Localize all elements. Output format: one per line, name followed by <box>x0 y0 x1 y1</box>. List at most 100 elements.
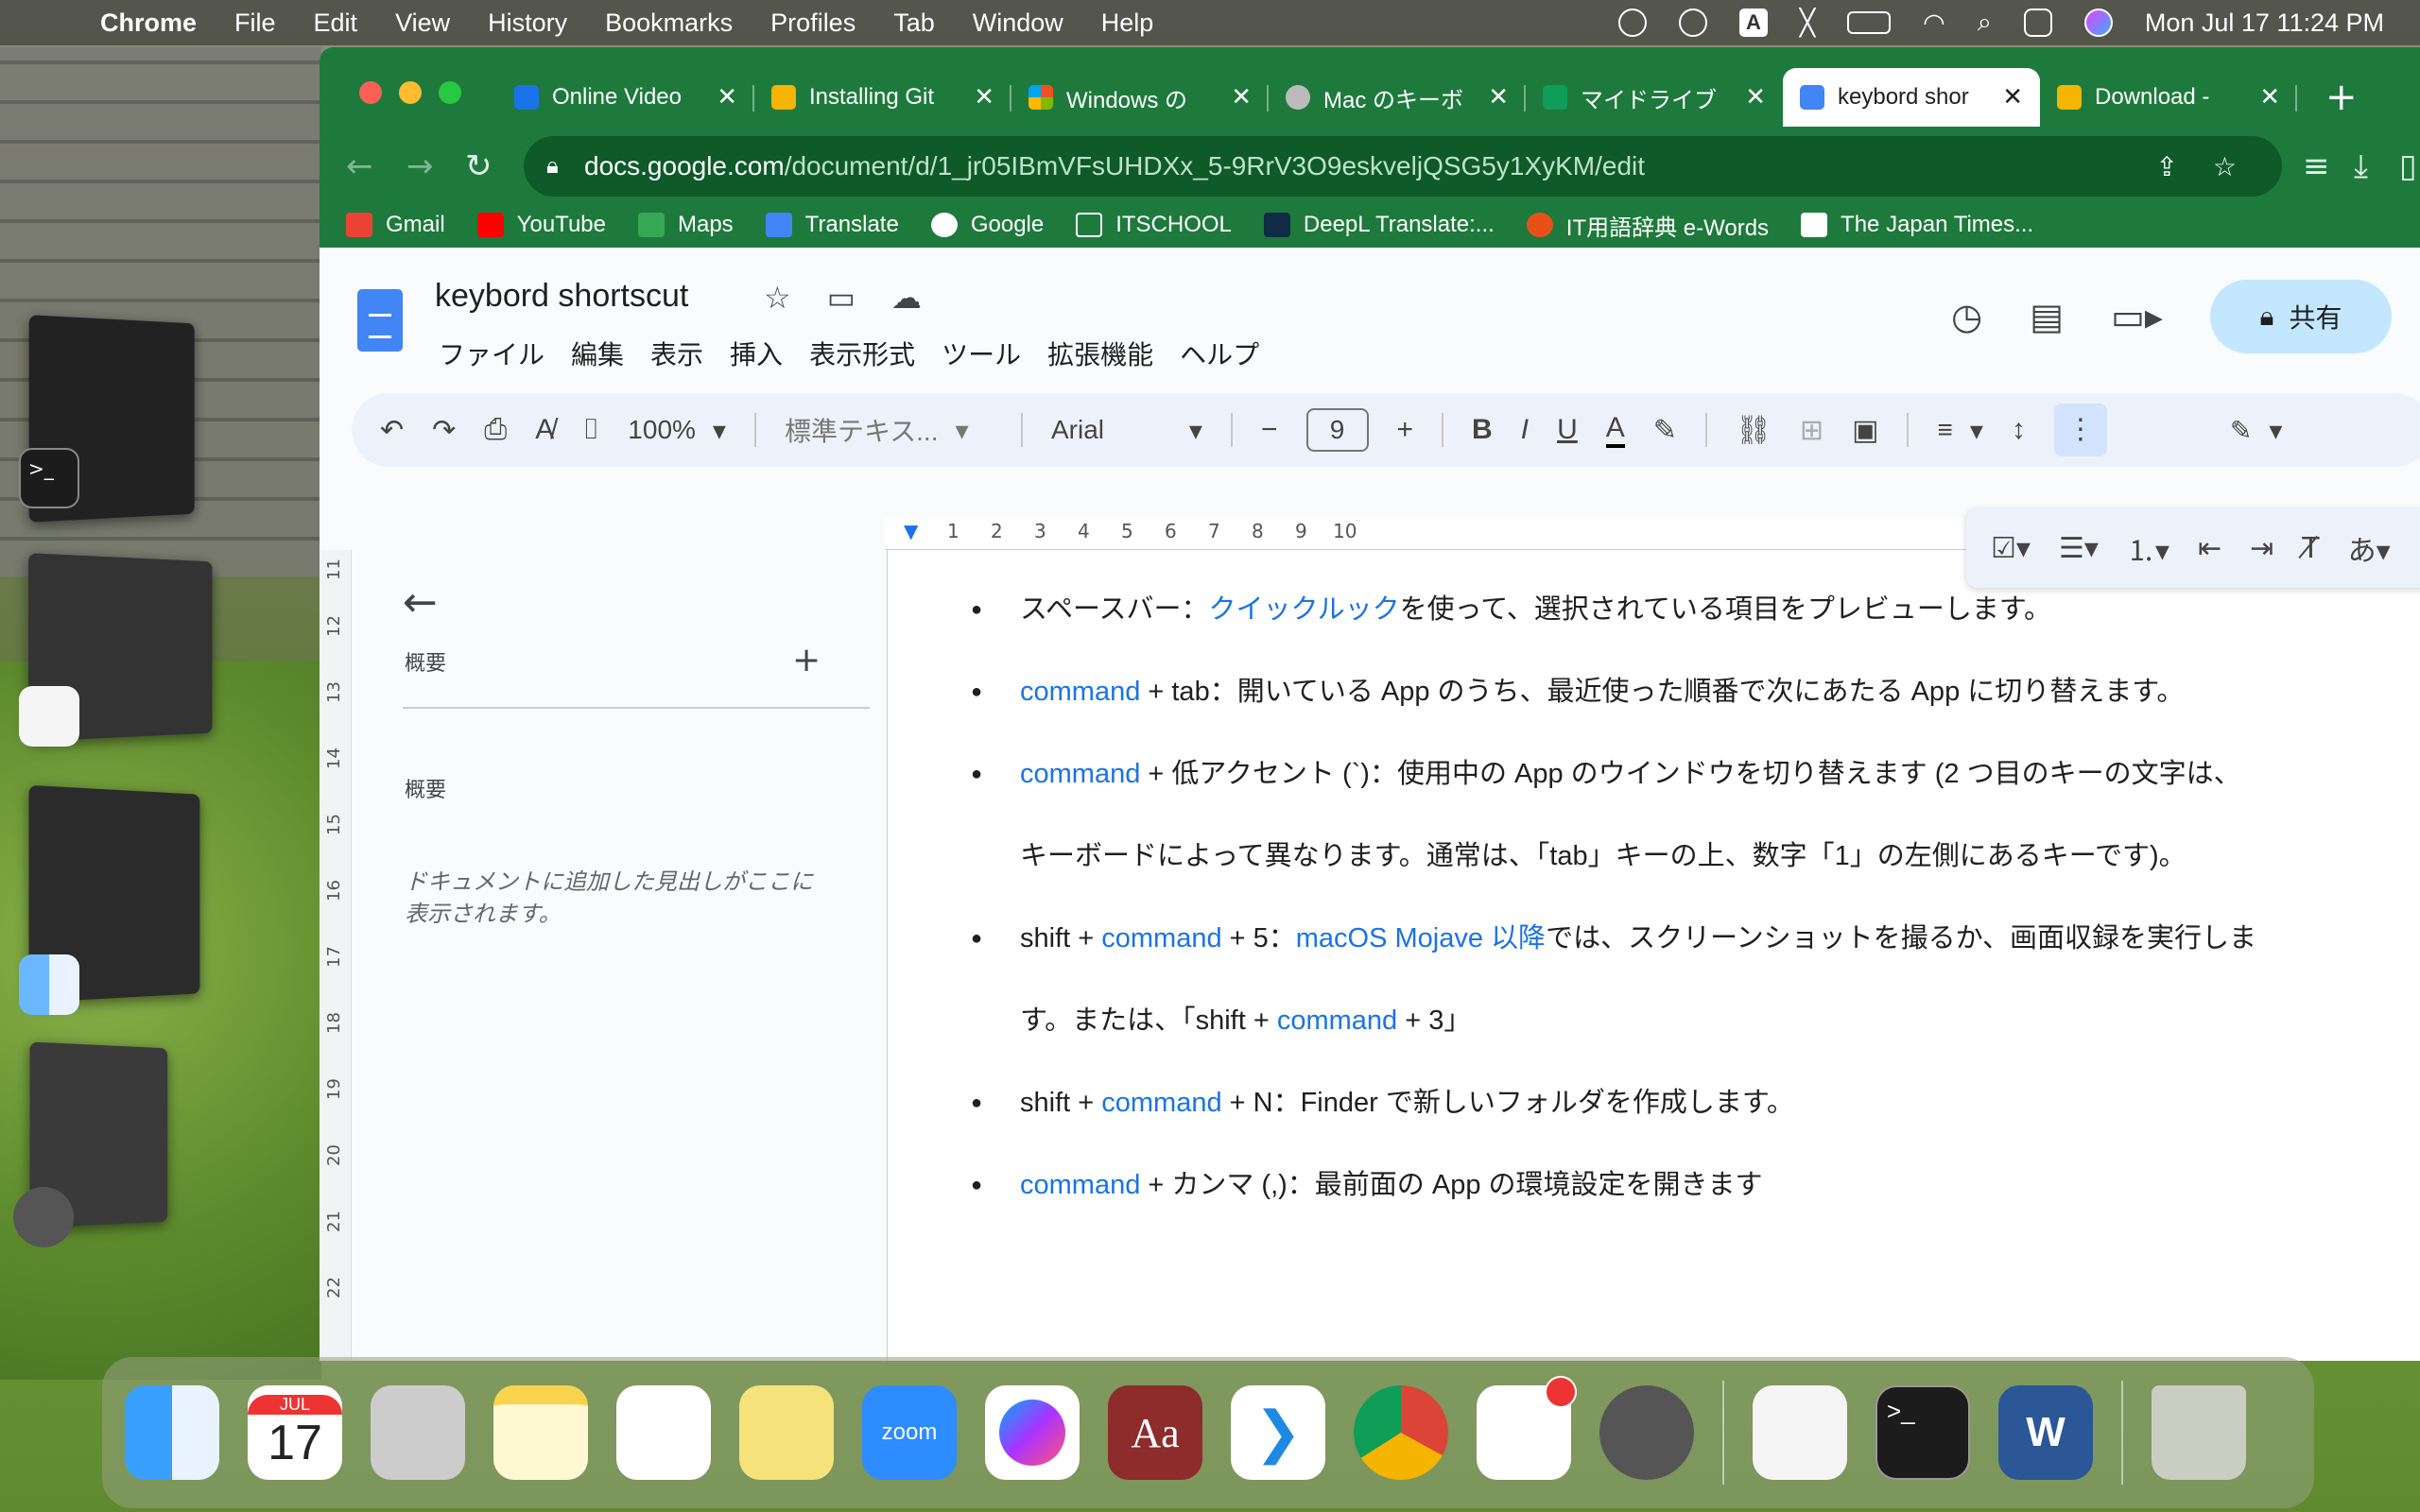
decrease-font-size-icon[interactable]: − <box>1261 414 1278 446</box>
docs-menu-edit[interactable]: 編集 <box>571 335 624 372</box>
menu-bookmarks[interactable]: Bookmarks <box>605 9 733 38</box>
version-history-icon[interactable]: ◷ <box>1951 296 1982 337</box>
stickies-dock-icon[interactable] <box>739 1385 834 1480</box>
tab-windows[interactable]: Windows の ✕ <box>1011 68 1269 127</box>
vscode-dock-icon[interactable]: ❯ <box>1231 1385 1325 1480</box>
star-icon[interactable]: ☆ <box>764 280 791 316</box>
insert-image-icon[interactable]: ▣ <box>1852 414 1878 447</box>
messenger-dock-icon[interactable] <box>985 1385 1080 1480</box>
close-tab-icon[interactable]: ✕ <box>2002 83 2023 112</box>
minimize-window-button[interactable] <box>399 81 422 104</box>
close-tab-icon[interactable]: ✕ <box>717 83 737 112</box>
trash-dock-icon[interactable] <box>2152 1385 2246 1480</box>
font-size-input[interactable]: 9 <box>1305 408 1369 452</box>
document-page[interactable]: スペースバー：クイックルックを使って、選択されている項目をプレビューします。 c… <box>887 550 2420 1361</box>
tableplus-icon[interactable] <box>13 1187 74 1247</box>
tab-download[interactable]: Download - ✕ <box>2040 68 2297 127</box>
tableplus-dock-icon[interactable] <box>1599 1385 1694 1480</box>
siri-icon[interactable] <box>2083 9 2113 37</box>
bookmark-deepl[interactable]: DeepL Translate:... <box>1263 212 1495 238</box>
freeform-dock-icon[interactable] <box>616 1385 711 1480</box>
print-icon[interactable]: ⎙ <box>484 414 507 446</box>
media-queue-icon[interactable]: ≡ <box>2303 147 2330 185</box>
close-outline-icon[interactable]: ← <box>403 578 438 627</box>
bookmark-google[interactable]: Google <box>930 212 1044 238</box>
docs-menu-extensions[interactable]: 拡張機能 <box>1047 335 1153 372</box>
decrease-indent-icon[interactable]: ⇤ <box>2198 532 2221 565</box>
docs-menu-help[interactable]: ヘルプ <box>1180 335 1259 372</box>
list-item[interactable]: command + 低アクセント (`)：使用中の App のウインドウを切り替… <box>971 733 2413 816</box>
document-title[interactable]: keybord shortscut <box>435 278 688 315</box>
dictionary-dock-icon[interactable]: Aa <box>1108 1385 1202 1480</box>
close-tab-icon[interactable]: ✕ <box>1745 83 1766 112</box>
reload-icon[interactable]: ↻ <box>465 147 493 185</box>
menu-edit[interactable]: Edit <box>314 9 358 38</box>
word-dock-icon[interactable]: W <box>1998 1385 2093 1480</box>
highlight-icon[interactable]: ✎ <box>1653 414 1677 447</box>
menu-app-chrome[interactable]: Chrome <box>100 9 197 38</box>
zoom-dock-icon[interactable]: zoom <box>862 1385 957 1480</box>
align-select[interactable]: ≡ ▾ <box>1937 415 1982 446</box>
input-source-icon[interactable]: A <box>1738 9 1768 37</box>
menu-tab[interactable]: Tab <box>893 9 935 38</box>
lock-icon[interactable]: 🔒︎ <box>546 153 559 180</box>
numbered-list-icon[interactable]: ⒈▾ <box>2127 527 2169 569</box>
close-tab-icon[interactable]: ✕ <box>2259 83 2280 112</box>
close-tab-icon[interactable]: ✕ <box>974 83 994 112</box>
side-panel-icon[interactable]: ▯ <box>2399 147 2417 185</box>
meet-camera-icon[interactable]: ▭▸ <box>2111 296 2163 337</box>
bold-icon[interactable]: B <box>1472 414 1493 446</box>
share-button[interactable]: 🔒︎ 共有 <box>2210 280 2392 353</box>
menu-file[interactable]: File <box>234 9 276 38</box>
indent-marker-icon[interactable]: ▼ <box>904 520 918 542</box>
add-comment-icon[interactable]: ⊞ <box>1800 414 1824 447</box>
underline-icon[interactable]: U <box>1557 414 1578 446</box>
docs-menu-insert[interactable]: 挿入 <box>730 335 783 372</box>
tab-mac-keyboard[interactable]: Mac のキーボ ✕ <box>1269 68 1526 127</box>
terminal-icon[interactable]: >_ <box>19 448 79 508</box>
downloads-icon[interactable]: ⤓ <box>2354 147 2368 185</box>
cloud-saved-icon[interactable]: ☁ <box>891 280 922 316</box>
text-color-icon[interactable]: A <box>1605 412 1625 448</box>
close-tab-icon[interactable]: ✕ <box>1488 83 1509 112</box>
menu-window[interactable]: Window <box>973 9 1063 38</box>
move-folder-icon[interactable]: ▭ <box>827 280 856 316</box>
forward-icon[interactable]: → <box>406 147 434 185</box>
google-docs-logo-icon[interactable] <box>357 289 403 352</box>
bookmark-ewords[interactable]: IT用語辞典 e-Words <box>1526 209 1769 242</box>
insert-link-icon[interactable]: ⛓ <box>1736 414 1772 447</box>
list-item[interactable]: shift + command + 5：macOS Mojave 以降では、スク… <box>971 898 2413 980</box>
new-tab-button[interactable]: + <box>2325 68 2358 127</box>
zoom-window-button[interactable] <box>439 81 461 104</box>
bookmark-translate[interactable]: Translate <box>765 212 899 238</box>
font-select[interactable]: Arial ▾ <box>1051 415 1202 446</box>
menu-view[interactable]: View <box>395 9 450 38</box>
tab-online-video[interactable]: Online Video ✕ <box>497 68 754 127</box>
menu-help[interactable]: Help <box>1101 9 1154 38</box>
italic-icon[interactable]: I <box>1521 414 1529 446</box>
spotlight-search-icon[interactable]: ⌕ <box>1978 8 1992 38</box>
back-icon[interactable]: ← <box>346 147 373 185</box>
tab-installing-git[interactable]: Installing Git ✕ <box>754 68 1011 127</box>
bookmark-star-icon[interactable]: ☆ <box>2213 151 2237 182</box>
menu-profiles[interactable]: Profiles <box>770 9 856 38</box>
menu-history[interactable]: History <box>488 9 567 38</box>
docs-menu-tools[interactable]: ツール <box>942 335 1021 372</box>
play-icon[interactable] <box>1678 9 1707 37</box>
textedit-icon[interactable] <box>19 686 79 747</box>
list-item[interactable]: command + カンマ (,)：最前面の App の環境設定を開きます <box>971 1144 2413 1227</box>
control-center-icon[interactable] <box>2023 9 2052 37</box>
launchpad-dock-icon[interactable] <box>371 1385 465 1480</box>
clear-formatting-icon[interactable]: T̸ <box>2302 532 2319 565</box>
checklist-icon[interactable]: ☑▾ <box>1991 532 2031 565</box>
input-tools-select[interactable]: あ▾ <box>2348 527 2391 569</box>
notes-dock-icon[interactable] <box>493 1385 588 1480</box>
bookmark-youtube[interactable]: YouTube <box>476 212 606 238</box>
bookmark-maps[interactable]: Maps <box>637 212 734 238</box>
bookmark-japan-times[interactable]: The Japan Times... <box>1801 212 2033 238</box>
bookmark-itschool[interactable]: ITSCHOOL <box>1076 212 1232 238</box>
list-item-continuation[interactable]: キーボードによって異なります。通常は、「tab」キーの上、数字「1」の左側にある… <box>977 816 2413 898</box>
docs-menu-view[interactable]: 表示 <box>650 335 703 372</box>
tab-my-drive[interactable]: マイドライブ ✕ <box>1526 68 1783 127</box>
textedit-dock-icon[interactable] <box>1753 1385 1847 1480</box>
